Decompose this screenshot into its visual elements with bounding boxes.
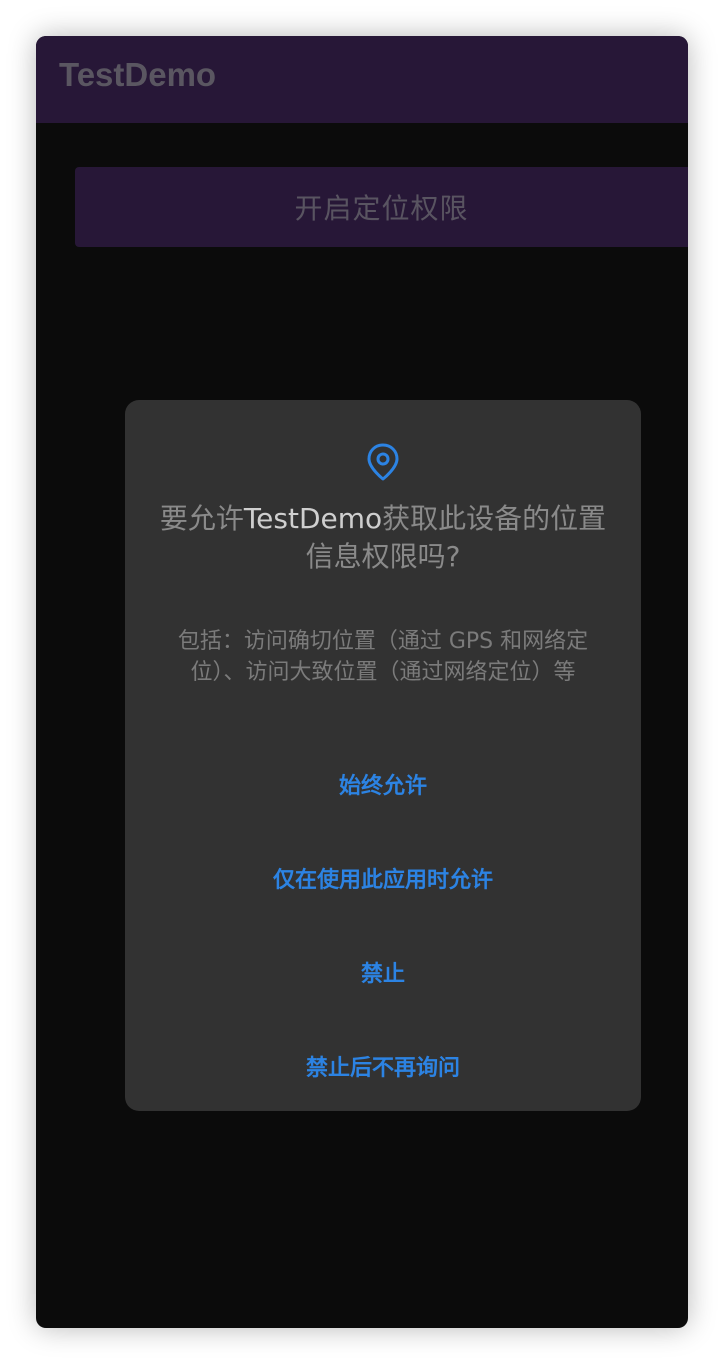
allow-while-using-button[interactable]: 仅在使用此应用时允许 — [125, 862, 641, 894]
dialog-title: 要允许TestDemo获取此设备的位置信息权限吗? — [155, 500, 611, 576]
location-pin-icon — [367, 443, 399, 481]
deny-button[interactable]: 禁止 — [125, 956, 641, 988]
app-bar: TestDemo — [36, 36, 688, 123]
enable-location-permission-label: 开启定位权限 — [294, 192, 469, 225]
dialog-description: 包括：访问确切位置（通过 GPS 和网络定位）、访问大致位置（通过网络定位）等 — [177, 629, 589, 685]
dialog-title-app-name: TestDemo — [243, 502, 383, 535]
always-allow-button[interactable]: 始终允许 — [125, 768, 641, 800]
location-permission-dialog: 要允许TestDemo获取此设备的位置信息权限吗? 包括：访问确切位置（通过 G… — [125, 400, 641, 1111]
app-title: TestDemo — [59, 56, 217, 93]
deny-dont-ask-again-button[interactable]: 禁止后不再询问 — [125, 1050, 641, 1082]
phone-screen: TestDemo 开启定位权限 要允许TestDemo获取此设备的位置信息权限吗… — [36, 36, 688, 1328]
enable-location-permission-button[interactable]: 开启定位权限 — [75, 167, 688, 247]
dialog-title-prefix: 要允许 — [159, 502, 244, 535]
